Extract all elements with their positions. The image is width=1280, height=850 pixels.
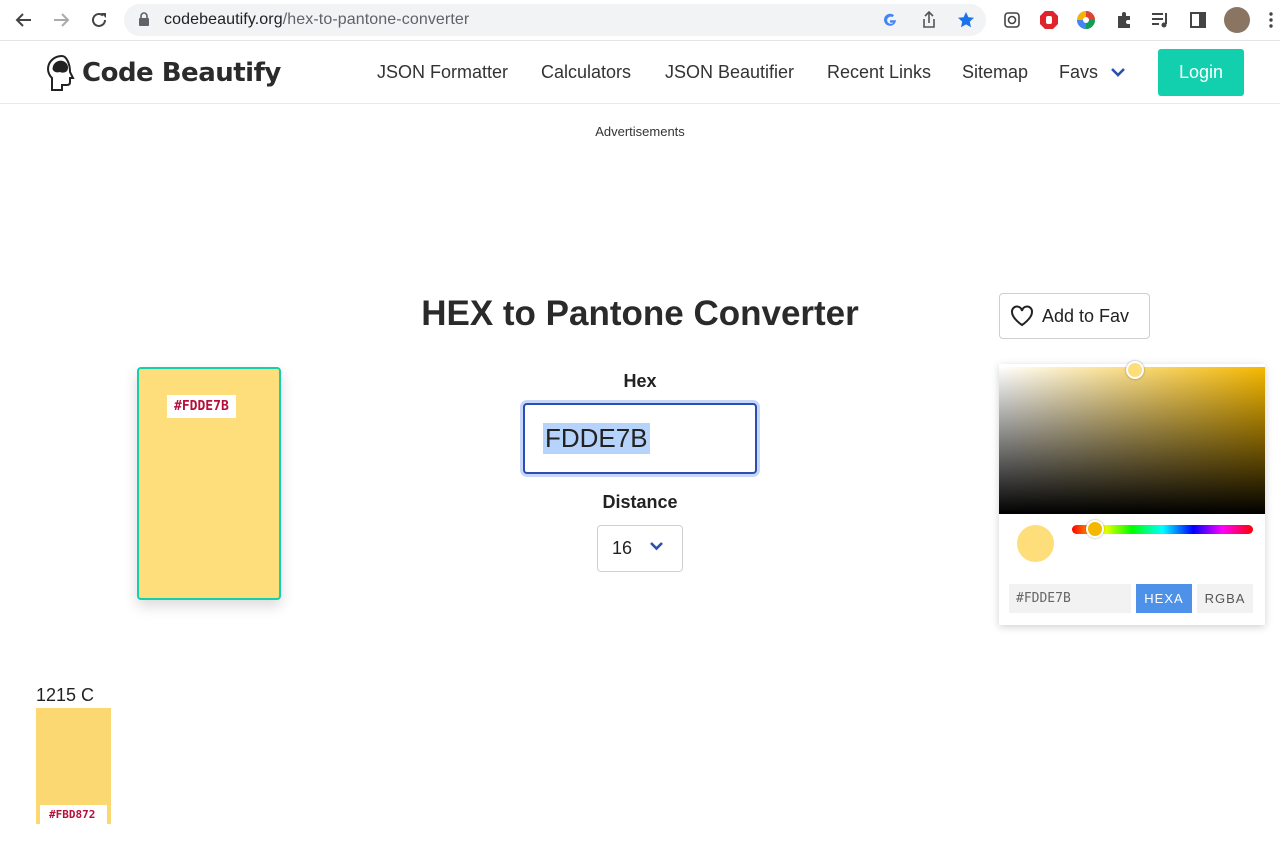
saturation-value-area[interactable] [999,361,1265,514]
media-control-icon[interactable] [1150,9,1172,31]
color-wheel-extension-icon[interactable] [1075,9,1097,31]
saturation-knob[interactable] [1126,361,1144,379]
back-arrow-icon [15,13,31,27]
advertisements-label: Advertisements [595,124,685,139]
color-picker-panel: #FDDE7B HEXA RGBA [999,361,1265,625]
color-preview-card: #FDDE7B [137,367,281,600]
camera-extension-icon[interactable] [1001,9,1023,31]
site-header: Code Beautify JSON Formatter Calculators… [0,42,1280,104]
nav-calculators[interactable]: Calculators [541,62,631,83]
picker-color-preview [1017,525,1054,562]
share-icon[interactable] [919,10,939,30]
nav-json-beautifier[interactable]: JSON Beautifier [665,62,794,83]
hex-input[interactable]: FDDE7B [523,403,757,474]
pantone-result-hex-tag: #FBD872 [40,805,107,824]
pantone-result-swatch: #FBD872 [36,708,111,824]
hex-input-value: FDDE7B [543,423,650,454]
add-to-fav-button[interactable]: Add to Fav [999,293,1150,339]
site-logo[interactable]: Code Beautify [46,54,281,92]
side-panel-icon[interactable] [1187,9,1209,31]
login-button[interactable]: Login [1158,49,1244,96]
nav-sitemap[interactable]: Sitemap [962,62,1028,83]
heart-icon [1010,305,1034,327]
forward-arrow-icon [54,13,70,27]
chevron-down-icon [650,542,663,551]
google-icon[interactable] [880,10,900,30]
brain-head-logo-icon [46,54,75,91]
logo-text: Code Beautify [82,58,281,88]
pantone-result-name: 1215 C [36,685,95,705]
bookmark-star-icon[interactable] [956,10,976,30]
reload-button[interactable] [87,8,111,32]
nav-json-formatter[interactable]: JSON Formatter [377,62,508,83]
back-button[interactable] [12,8,36,32]
mode-rgba-button[interactable]: RGBA [1197,584,1253,613]
browser-menu-icon[interactable] [1260,9,1280,31]
add-to-fav-label: Add to Fav [1042,305,1130,326]
chevron-down-icon[interactable] [1110,67,1126,77]
lock-icon [139,12,149,26]
extensions-puzzle-icon[interactable] [1113,9,1135,31]
profile-avatar[interactable] [1224,7,1250,33]
mode-hexa-button[interactable]: HEXA [1136,584,1192,613]
picker-hex-field[interactable]: #FDDE7B [1009,584,1131,613]
reload-icon [92,12,106,27]
address-bar[interactable]: codebeautify.org/hex-to-pantone-converte… [124,4,986,36]
forward-button[interactable] [49,8,73,32]
url-text: codebeautify.org/hex-to-pantone-converte… [164,11,470,28]
nav-favs[interactable]: Favs [1059,62,1098,83]
browser-toolbar: codebeautify.org/hex-to-pantone-converte… [0,0,1280,41]
nav-recent-links[interactable]: Recent Links [827,62,931,83]
hue-slider-knob[interactable] [1086,520,1104,538]
distance-value: 16 [612,538,633,558]
preview-hex-tag: #FDDE7B [167,395,236,418]
adblock-extension-icon[interactable] [1038,9,1060,31]
distance-select[interactable]: 16 [597,525,683,572]
hue-slider[interactable] [1072,520,1253,538]
